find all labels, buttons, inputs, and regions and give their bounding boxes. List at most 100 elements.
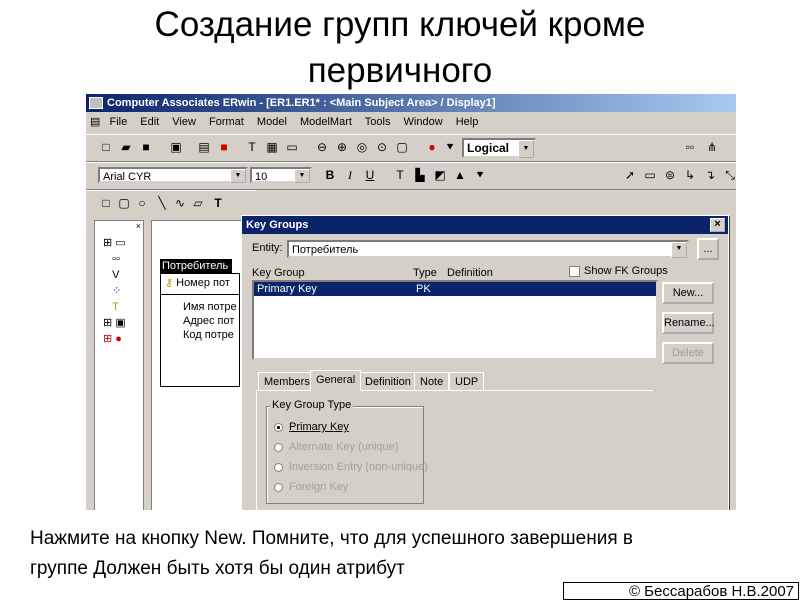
line-icon[interactable]: ╲	[154, 195, 170, 211]
radio-icon[interactable]	[274, 442, 283, 452]
close-icon[interactable]: ×	[710, 218, 725, 232]
menu-file[interactable]: File	[109, 116, 127, 128]
tree-node-icon[interactable]: ⊞ ▣	[103, 315, 126, 331]
text-tool-icon[interactable]: T	[244, 139, 260, 155]
entity-title[interactable]: Потребитель	[160, 259, 232, 273]
format-more-icon[interactable]: ⯆	[472, 167, 488, 183]
tab-general[interactable]: General	[310, 370, 362, 391]
fill-color-icon[interactable]: ▙	[412, 167, 428, 183]
open-folder-icon[interactable]: ▰	[118, 139, 134, 155]
tab-definition[interactable]: Definition	[359, 372, 417, 391]
zoom-all-icon[interactable]: ▢	[394, 139, 410, 155]
pointer-icon[interactable]: ➚	[622, 167, 638, 183]
font-combo[interactable]: Arial CYR ▼	[98, 167, 248, 183]
rounded-rect-icon[interactable]: ▢	[116, 195, 132, 211]
menu-help[interactable]: Help	[456, 116, 479, 128]
print-icon[interactable]: ▣	[168, 139, 184, 155]
identifying-rel-icon[interactable]: ↳	[682, 167, 698, 183]
menu-view[interactable]: View	[172, 116, 196, 128]
zoom-in-icon[interactable]: ⊕	[334, 139, 350, 155]
format-icon[interactable]: ▲	[452, 167, 468, 183]
text-icon[interactable]: T	[210, 195, 226, 211]
new-button[interactable]: New...	[662, 282, 714, 304]
menu-format[interactable]: Format	[209, 116, 244, 128]
stored-display-icon[interactable]: ●	[424, 139, 440, 155]
polygon-icon[interactable]: ▱	[190, 195, 206, 211]
radio-icon[interactable]	[274, 462, 283, 472]
tree-node-icon[interactable]: V	[103, 267, 126, 283]
chevron-down-icon[interactable]: ▼	[230, 169, 246, 183]
close-icon[interactable]: ×	[136, 221, 141, 231]
underline-button[interactable]: U	[362, 167, 378, 183]
view-combo-value: Logical	[467, 141, 510, 155]
bold-button[interactable]: B	[322, 167, 338, 183]
chevron-down-icon[interactable]: ▼	[518, 140, 534, 158]
chevron-down-icon[interactable]: ▼	[671, 242, 687, 258]
entity-combo[interactable]: Потребитель ▼	[287, 240, 689, 258]
ellipse-icon[interactable]: ○	[134, 195, 150, 211]
tree-node-icon[interactable]: ⁘	[103, 283, 126, 299]
tree-node-icon[interactable]: ⊞ ●	[103, 331, 126, 347]
slide-title: Создание групп ключей кроме первичного	[0, 2, 800, 94]
entity-label: Entity:	[252, 242, 283, 254]
checkbox-icon[interactable]	[569, 265, 580, 277]
text-color-icon[interactable]: T	[392, 167, 408, 183]
new-file-icon[interactable]: □	[98, 139, 114, 155]
hierarchy-icon[interactable]: ⋔	[704, 139, 720, 155]
show-fk-label: Show FK Groups	[584, 265, 668, 277]
zoom-icon[interactable]: ◎	[354, 139, 370, 155]
category-icon[interactable]: ⊜	[662, 167, 678, 183]
note-icon[interactable]: ▭	[284, 139, 300, 155]
col-key-group: Key Group	[252, 267, 305, 279]
entity-box[interactable]: ⚷ Номер пот Имя потре Адрес пот Код потр…	[160, 273, 240, 387]
key-icon: ⚷	[165, 277, 174, 289]
menu-tools[interactable]: Tools	[365, 116, 391, 128]
radio-inversion-entry[interactable]: Inversion Entry (non-unique)	[274, 460, 428, 474]
zoom-out-icon[interactable]: ⊖	[314, 139, 330, 155]
radio-primary-key[interactable]: Primary Key	[274, 420, 349, 434]
tab-udp[interactable]: UDP	[449, 372, 485, 391]
view-combo[interactable]: Logical ▼	[462, 138, 536, 158]
attribute: Имя потре	[183, 301, 237, 313]
menu-bar: ▤ File Edit View Format Model ModelMart …	[86, 113, 736, 131]
zoom-fit-icon[interactable]: ⊙	[374, 139, 390, 155]
chevron-down-icon[interactable]: ▼	[294, 169, 310, 183]
tree-node-icon[interactable]: ▫▫	[103, 251, 126, 267]
non-identifying-rel-icon[interactable]: ↴	[702, 167, 718, 183]
radio-selected-icon[interactable]	[274, 422, 283, 432]
menu-modelmart[interactable]: ModelMart	[300, 116, 352, 128]
radio-label: Primary Key	[289, 421, 349, 433]
list-item[interactable]: Primary Key PK	[254, 282, 656, 296]
entity-more-button[interactable]: ...	[697, 238, 719, 260]
tree-node-icon[interactable]: ⊞ ▭	[103, 235, 126, 251]
radio-foreign-key[interactable]: Foreign Key	[274, 480, 348, 494]
erwin-screenshot: Computer Associates ERwin - [ER1.ER1* : …	[86, 94, 736, 510]
slide-caption: Нажмите на кнопку New. Помните, что для …	[30, 524, 770, 584]
tree-node-icon[interactable]: T	[103, 299, 126, 315]
entity-tool-icon[interactable]: ▭	[642, 167, 658, 183]
polyline-icon[interactable]: ∿	[172, 195, 188, 211]
menu-edit[interactable]: Edit	[140, 116, 159, 128]
radio-alternate-key[interactable]: Alternate Key (unique)	[274, 440, 398, 454]
size-combo[interactable]: 10 ▼	[250, 167, 312, 183]
tab-members[interactable]: Members	[258, 372, 316, 391]
menu-window[interactable]: Window	[404, 116, 443, 128]
italic-button[interactable]: I	[342, 167, 358, 183]
display-level-icon[interactable]: ⯆	[442, 139, 458, 155]
delete-button[interactable]: Delete	[662, 342, 714, 364]
rename-button[interactable]: Rename...	[662, 312, 715, 334]
save-icon[interactable]: ■	[138, 139, 154, 155]
line-color-icon[interactable]: ◩	[432, 167, 448, 183]
copy-icon[interactable]: ▤	[196, 139, 212, 155]
color-icon[interactable]: ■	[216, 139, 232, 155]
show-fk-checkbox[interactable]: Show FK Groups	[569, 265, 668, 277]
key-group-list[interactable]: Primary Key PK	[252, 280, 658, 360]
relationship-icon[interactable]: ▫▫	[682, 139, 698, 155]
many-to-many-icon[interactable]: ⤡	[722, 167, 736, 183]
rectangle-icon[interactable]: □	[98, 195, 114, 211]
tab-note[interactable]: Note	[414, 372, 450, 391]
key-groups-dialog: Key Groups × Entity: Потребитель ▼ ... K…	[241, 215, 729, 510]
radio-icon[interactable]	[274, 482, 283, 492]
menu-model[interactable]: Model	[257, 116, 287, 128]
layout-icon[interactable]: ▦	[264, 139, 280, 155]
